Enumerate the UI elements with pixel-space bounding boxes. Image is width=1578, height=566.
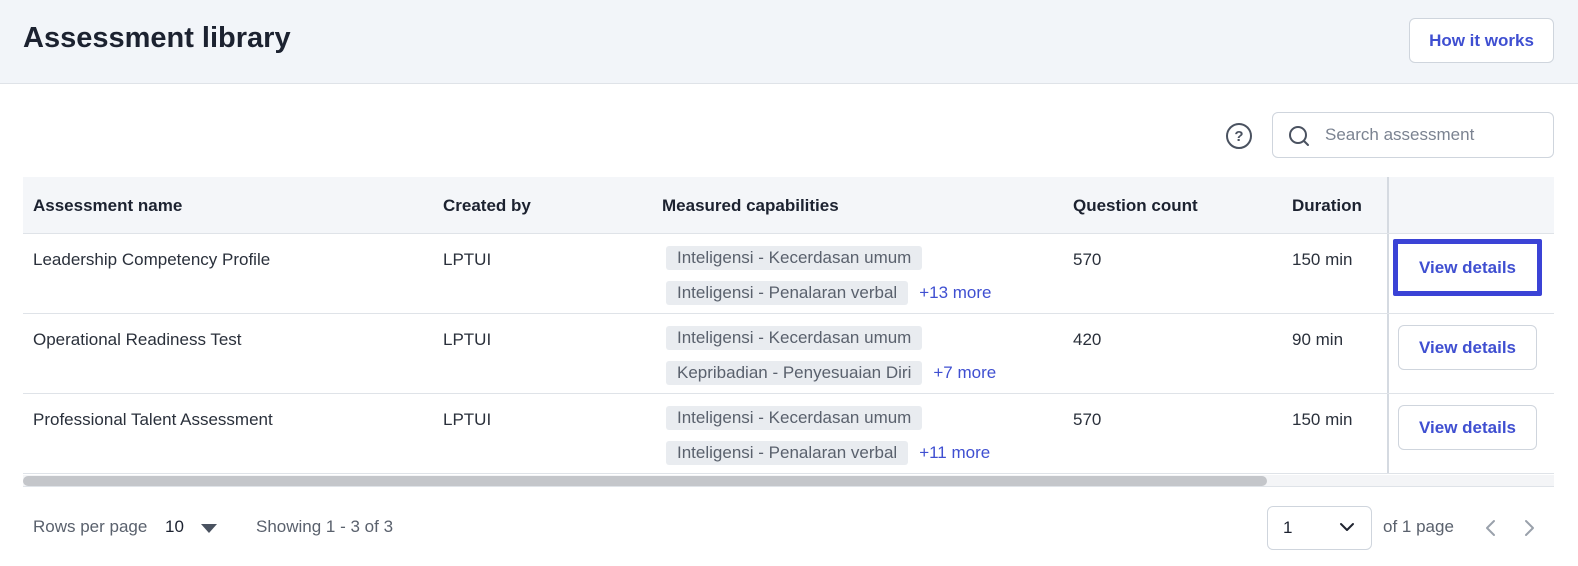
table-header: Assessment name Created by Measured capa… [23, 177, 1554, 234]
column-header-created-by[interactable]: Created by [443, 196, 531, 216]
duration: 90 min [1292, 330, 1344, 349]
table-row: Leadership Competency Profile LPTUI Inte… [23, 234, 1554, 314]
duration: 150 min [1292, 410, 1353, 429]
how-it-works-button[interactable]: How it works [1409, 18, 1554, 63]
page-count-label: of 1 page [1383, 517, 1454, 536]
table-row: Professional Talent Assessment LPTUI Int… [23, 394, 1554, 474]
view-details-button[interactable]: View details [1398, 405, 1537, 450]
question-count: 570 [1073, 410, 1102, 429]
table-row: Operational Readiness Test LPTUI Intelig… [23, 314, 1554, 394]
created-by: LPTUI [443, 410, 492, 429]
action-cell: View details [1387, 234, 1554, 313]
view-details-button[interactable]: View details [1398, 325, 1537, 370]
caret-down-icon[interactable] [201, 524, 217, 533]
assessment-name: Leadership Competency Profile [33, 250, 271, 269]
column-header-measured-capabilities[interactable]: Measured capabilities [662, 196, 839, 216]
capability-tag: Kepribadian - Penyesuaian Diri [666, 360, 923, 385]
created-by: LPTUI [443, 250, 492, 269]
more-capabilities-link[interactable]: +7 more [933, 363, 996, 383]
assessment-name: Professional Talent Assessment [33, 410, 273, 429]
more-capabilities-link[interactable]: +13 more [919, 283, 991, 303]
capabilities-list: Inteligensi - Kecerdasan umum Inteligens… [666, 405, 1066, 475]
showing-range: Showing 1 - 3 of 3 [256, 517, 394, 536]
rows-per-page-select[interactable]: 10 [165, 517, 184, 537]
view-details-button[interactable]: View details [1393, 239, 1542, 296]
action-cell: View details [1387, 314, 1554, 393]
page-header: Assessment library How it works [0, 0, 1578, 84]
action-cell: View details [1387, 394, 1554, 473]
capabilities-list: Inteligensi - Kecerdasan umum Kepribadia… [666, 325, 1066, 395]
question-count: 570 [1073, 250, 1102, 269]
capability-tag: Inteligensi - Penalaran verbal [666, 280, 909, 305]
question-count: 420 [1073, 330, 1102, 349]
capability-tag: Inteligensi - Kecerdasan umum [666, 405, 923, 430]
more-capabilities-link[interactable]: +11 more [919, 443, 990, 463]
chevron-down-icon [1340, 523, 1354, 531]
column-header-duration[interactable]: Duration [1292, 196, 1362, 216]
scrollbar-thumb[interactable] [23, 476, 1267, 486]
horizontal-scrollbar[interactable] [23, 475, 1554, 487]
assessment-table: Assessment name Created by Measured capa… [23, 177, 1554, 474]
assessment-name: Operational Readiness Test [33, 330, 242, 349]
page-select-value: 1 [1283, 518, 1293, 537]
page-select[interactable]: 1 [1267, 506, 1372, 550]
page-title: Assessment library [23, 22, 291, 54]
search-icon [1289, 126, 1309, 146]
created-by: LPTUI [443, 330, 492, 349]
action-column-header [1387, 177, 1554, 233]
chevron-right-icon[interactable] [1521, 518, 1537, 538]
capability-tag: Inteligensi - Kecerdasan umum [666, 325, 923, 350]
search-input[interactable] [1325, 113, 1545, 157]
search-box[interactable] [1272, 112, 1554, 158]
capability-tag: Inteligensi - Kecerdasan umum [666, 245, 923, 270]
column-header-question-count[interactable]: Question count [1073, 196, 1198, 216]
capabilities-list: Inteligensi - Kecerdasan umum Inteligens… [666, 245, 1066, 315]
chevron-left-icon[interactable] [1483, 518, 1499, 538]
duration: 150 min [1292, 250, 1353, 269]
capability-tag: Inteligensi - Penalaran verbal [666, 440, 909, 465]
rows-per-page-label: Rows per page [33, 517, 148, 536]
column-header-assessment-name[interactable]: Assessment name [33, 196, 182, 216]
help-icon[interactable]: ? [1226, 123, 1252, 149]
